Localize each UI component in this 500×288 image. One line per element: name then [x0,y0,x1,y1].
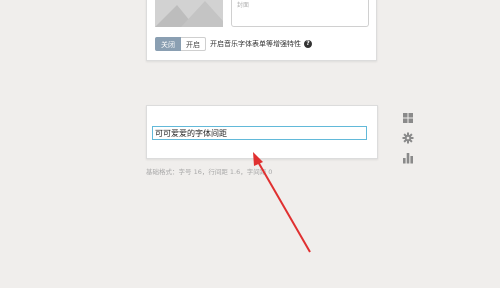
bar-chart-icon[interactable] [402,152,414,164]
text-style-card: 可可爱爱的字体间距 [146,105,378,159]
text-input[interactable]: 可可爱爱的字体间距 [152,126,367,140]
top-settings-card: 封面 关闭 开启 开启音乐字体表单等增强特性 ? [146,0,377,61]
cover-text-value: 封面 [237,2,250,9]
gear-icon[interactable] [402,132,414,144]
cover-image-placeholder[interactable] [155,0,223,27]
enhance-toggle-row: 关闭 开启 开启音乐字体表单等增强特性 ? [155,37,312,51]
format-caption: 基础格式：字号 16，行间距 1.6，字间距 0 [146,168,273,176]
toggle-description: 开启音乐字体表单等增强特性 [210,40,301,48]
cover-text-field[interactable]: 封面 [231,0,369,27]
mountain-image-icon [155,0,223,27]
grid-icon[interactable] [402,112,414,124]
toggle-on-button[interactable]: 开启 [181,37,206,51]
toggle-off-button[interactable]: 关闭 [155,37,181,51]
side-toolbar [402,112,414,172]
help-icon[interactable]: ? [304,40,312,48]
